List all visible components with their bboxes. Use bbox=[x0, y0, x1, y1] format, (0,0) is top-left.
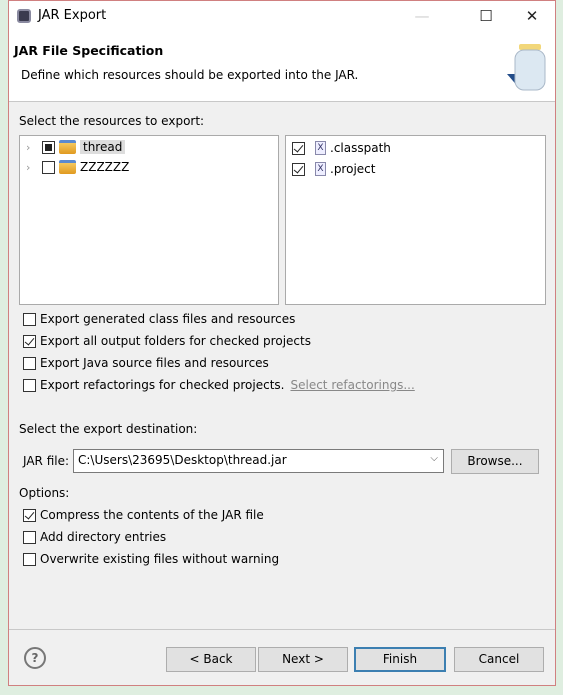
eclipse-icon bbox=[17, 9, 31, 23]
checkbox[interactable] bbox=[292, 162, 305, 176]
checkbox[interactable] bbox=[23, 552, 36, 566]
export-refactorings-checkbox[interactable]: Export refactorings for checked projects… bbox=[23, 376, 415, 394]
checkbox[interactable] bbox=[23, 312, 36, 326]
checkbox[interactable] bbox=[23, 334, 36, 348]
checkbox-label: Export Java source files and resources bbox=[40, 356, 269, 370]
tree-item-thread[interactable]: › thread bbox=[26, 138, 126, 156]
minimize-button[interactable]: — bbox=[407, 5, 437, 27]
project-tree[interactable]: › thread › ZZZZZZ bbox=[19, 135, 279, 305]
checkbox-label: Export generated class files and resourc… bbox=[40, 312, 296, 326]
checkbox-label: Export all output folders for checked pr… bbox=[40, 334, 311, 348]
help-icon[interactable]: ? bbox=[24, 647, 46, 669]
expand-chevron-icon[interactable]: › bbox=[26, 141, 42, 154]
window-title: JAR Export bbox=[38, 8, 107, 23]
file-label: .project bbox=[330, 162, 376, 176]
jar-icon bbox=[507, 44, 546, 91]
cancel-button[interactable]: Cancel bbox=[454, 647, 544, 672]
tree-item-label: thread bbox=[80, 140, 126, 154]
title-bar: JAR Export — ☐ ✕ bbox=[9, 1, 555, 32]
checkbox[interactable] bbox=[23, 356, 36, 370]
page-description: Define which resources should be exporte… bbox=[21, 68, 359, 82]
tree-item-label: ZZZZZZ bbox=[80, 160, 130, 174]
jar-file-label: JAR file: bbox=[23, 454, 70, 468]
options-label: Options: bbox=[19, 486, 70, 500]
checkbox[interactable] bbox=[23, 378, 36, 392]
select-refactorings-link[interactable]: Select refactorings... bbox=[290, 378, 414, 392]
xml-file-icon: X bbox=[315, 141, 326, 155]
tree-item-zzzzzz[interactable]: › ZZZZZZ bbox=[26, 158, 129, 176]
checkbox[interactable] bbox=[292, 141, 305, 155]
wizard-header: JAR File Specification Define which reso… bbox=[9, 32, 555, 102]
browse-button[interactable]: Browse... bbox=[451, 449, 539, 474]
jar-export-dialog: JAR Export — ☐ ✕ JAR File Specification … bbox=[8, 0, 556, 686]
back-button[interactable]: < Back bbox=[166, 647, 256, 672]
file-label: .classpath bbox=[330, 141, 391, 155]
jar-file-combo[interactable]: C:\Users\23695\Desktop\thread.jar ⌵ bbox=[73, 449, 444, 473]
chevron-down-icon[interactable]: ⌵ bbox=[430, 453, 438, 464]
expand-chevron-icon[interactable]: › bbox=[26, 161, 42, 174]
checkbox-label: Compress the contents of the JAR file bbox=[40, 508, 264, 522]
finish-button[interactable]: Finish bbox=[354, 647, 446, 672]
project-folder-icon bbox=[59, 140, 76, 154]
resources-label: Select the resources to export: bbox=[19, 114, 205, 128]
destination-label: Select the export destination: bbox=[19, 422, 198, 436]
overwrite-checkbox[interactable]: Overwrite existing files without warning bbox=[23, 550, 279, 568]
checkbox-label: Add directory entries bbox=[40, 530, 167, 544]
project-folder-icon bbox=[59, 160, 76, 174]
export-java-source-checkbox[interactable]: Export Java source files and resources bbox=[23, 354, 269, 372]
checkbox[interactable] bbox=[42, 140, 55, 154]
checkbox[interactable] bbox=[23, 508, 36, 522]
maximize-button[interactable]: ☐ bbox=[471, 5, 501, 27]
export-output-folders-checkbox[interactable]: Export all output folders for checked pr… bbox=[23, 332, 311, 350]
next-button[interactable]: Next > bbox=[258, 647, 348, 672]
checkbox[interactable] bbox=[42, 160, 55, 174]
jar-file-value: C:\Users\23695\Desktop\thread.jar bbox=[78, 453, 287, 467]
checkbox[interactable] bbox=[23, 530, 36, 544]
compress-checkbox[interactable]: Compress the contents of the JAR file bbox=[23, 506, 264, 524]
file-list[interactable]: X .classpath X .project bbox=[285, 135, 546, 305]
export-class-files-checkbox[interactable]: Export generated class files and resourc… bbox=[23, 310, 295, 328]
add-directory-entries-checkbox[interactable]: Add directory entries bbox=[23, 528, 166, 546]
footer-divider bbox=[9, 629, 555, 630]
close-button[interactable]: ✕ bbox=[517, 5, 547, 27]
xml-file-icon: X bbox=[315, 162, 326, 176]
page-title: JAR File Specification bbox=[14, 43, 164, 58]
checkbox-label: Export refactorings for checked projects… bbox=[40, 378, 285, 392]
file-item-project[interactable]: X .project bbox=[292, 160, 375, 178]
checkbox-label: Overwrite existing files without warning bbox=[40, 552, 280, 566]
file-item-classpath[interactable]: X .classpath bbox=[292, 139, 391, 157]
